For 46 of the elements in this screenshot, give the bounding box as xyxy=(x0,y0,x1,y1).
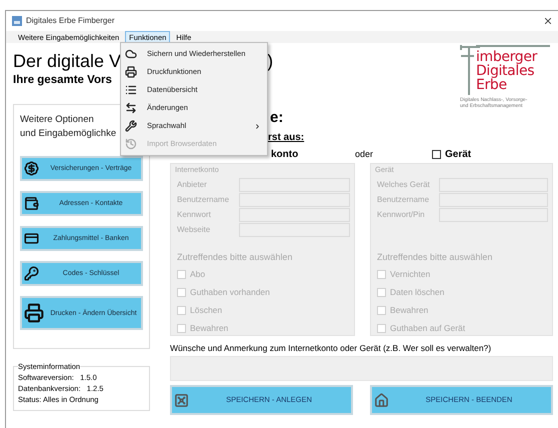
internet-account-label: konto xyxy=(271,148,298,162)
field-label: Welches Gerät xyxy=(377,179,431,191)
field-label: Kennwort xyxy=(177,209,212,221)
dollar-icon xyxy=(24,161,39,176)
safe-icon xyxy=(174,392,189,408)
panel-title: Weitere Optionen xyxy=(20,113,94,127)
checkbox[interactable] xyxy=(432,150,441,159)
options-heading: Zutreffendes bitte auswählen xyxy=(376,251,494,263)
panel-title: und Eingabemöglichke xyxy=(20,127,116,141)
form-heading: e: xyxy=(270,109,284,126)
field-label: Benutzername xyxy=(377,194,430,206)
options-heading: Zutreffendes bitte auswählen xyxy=(176,251,294,263)
window-title: Digitales Erbe Fimberger xyxy=(26,15,114,27)
remarks-field[interactable] xyxy=(170,356,553,381)
option-label: Guthaben auf Gerät xyxy=(390,322,466,335)
wallet-icon xyxy=(24,196,39,211)
field-label: Anbieter xyxy=(177,179,208,191)
option-label: Bewahren xyxy=(190,322,228,335)
history-icon xyxy=(125,138,137,150)
house-icon xyxy=(374,392,389,408)
subtitle: Ihre gesamte Vors xyxy=(13,73,112,88)
card-icon xyxy=(24,231,39,246)
or-label: oder xyxy=(355,148,374,161)
field-label: Kennwort/Pin xyxy=(377,209,426,221)
option-label: Bewahren xyxy=(390,304,428,317)
option-label: Abo xyxy=(190,268,206,281)
wrench-icon xyxy=(125,120,137,132)
remarks-label: Wünsche und Anmerkung zum Internetkonto oder Gerät (z.B. Wer soll es verwalten?) xyxy=(170,343,492,354)
field-label: Benutzername xyxy=(177,194,230,206)
printer-icon xyxy=(125,66,137,78)
choose-label: rst aus: xyxy=(268,131,304,144)
app-icon xyxy=(12,16,22,26)
main-heading: Der digitale V xyxy=(13,50,122,73)
field-label: Webseite xyxy=(177,224,212,236)
main-heading-end: ) xyxy=(267,50,274,73)
list-icon xyxy=(125,84,137,96)
option-label: Daten löschen xyxy=(390,286,444,299)
option-label: Löschen xyxy=(190,304,222,317)
printer-icon xyxy=(24,303,44,323)
option-label: Vernichten xyxy=(390,268,430,281)
arrows-icon xyxy=(125,102,137,114)
cloud-icon xyxy=(125,48,137,60)
device-label: Gerät xyxy=(445,148,472,162)
key-icon xyxy=(24,266,39,281)
option-label: Guthaben vorhanden xyxy=(190,286,270,299)
close-icon[interactable] xyxy=(545,18,551,24)
